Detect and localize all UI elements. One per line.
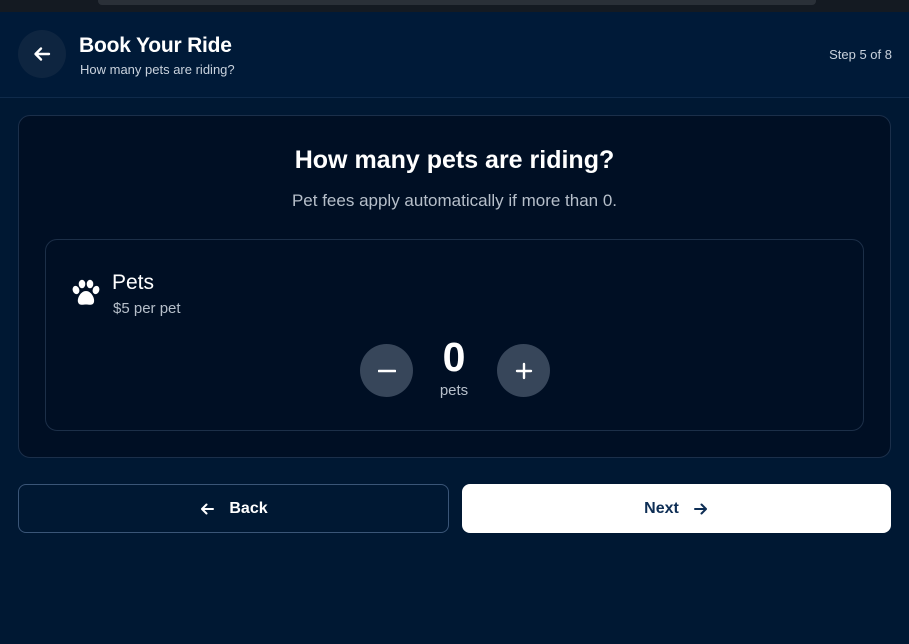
pets-label: Pets xyxy=(112,271,155,294)
header-back-button[interactable] xyxy=(18,30,66,78)
pets-count-unit: pets xyxy=(439,382,469,399)
paw-icon xyxy=(72,279,100,305)
page-subtitle: How many pets are riding? xyxy=(80,62,235,77)
browser-address-bar[interactable] xyxy=(98,0,816,5)
pets-panel: Pets $5 per pet 0 pets xyxy=(45,239,864,431)
back-button[interactable]: Back xyxy=(18,484,449,533)
next-button[interactable]: Next xyxy=(462,484,891,533)
arrow-left-icon xyxy=(34,47,51,61)
increment-pets-button[interactable] xyxy=(497,344,550,397)
question-card: How many pets are riding? Pet fees apply… xyxy=(18,115,891,458)
question-title: How many pets are riding? xyxy=(294,146,615,174)
arrow-left-icon xyxy=(201,503,215,514)
plus-icon xyxy=(515,362,532,379)
page-header: Book Your Ride How many pets are riding?… xyxy=(0,12,909,98)
arrow-right-icon xyxy=(693,503,707,514)
page-title: Book Your Ride xyxy=(79,34,232,57)
pets-count: 0 xyxy=(442,334,466,380)
next-button-label: Next xyxy=(644,499,679,517)
pets-price: $5 per pet xyxy=(113,300,181,317)
decrement-pets-button[interactable] xyxy=(360,344,413,397)
step-indicator: Step 5 of 8 xyxy=(829,47,892,62)
minus-icon xyxy=(377,369,396,372)
back-button-label: Back xyxy=(229,499,268,517)
browser-top-strip xyxy=(0,0,909,12)
question-subtitle: Pet fees apply automatically if more tha… xyxy=(291,191,618,210)
